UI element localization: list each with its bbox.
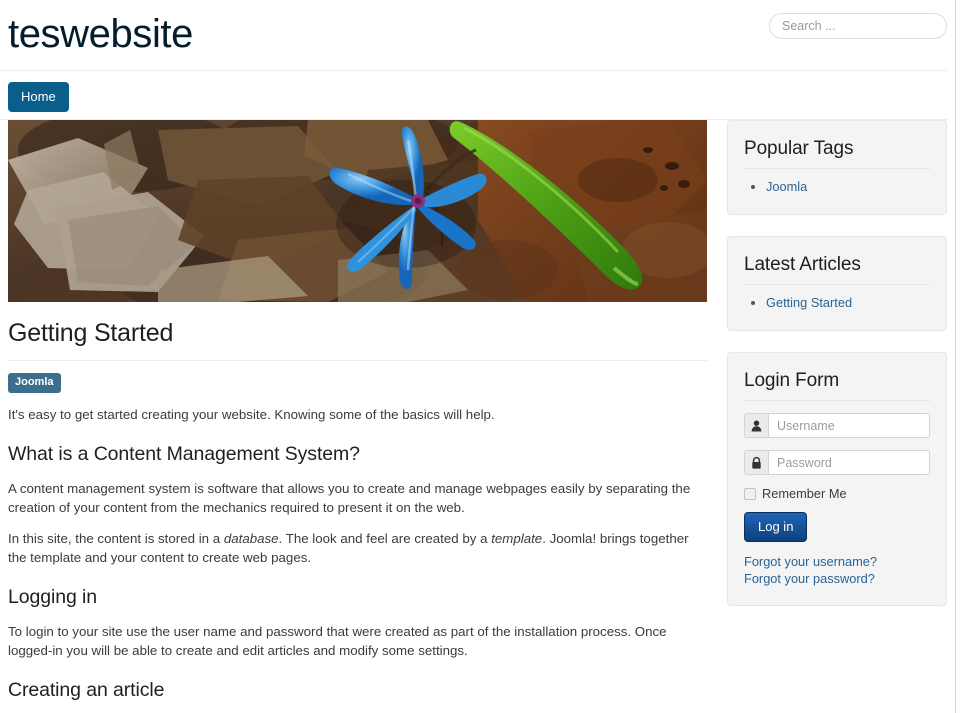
module-popular-tags: Popular Tags Joomla: [727, 120, 947, 215]
page-root: teswebsite Home: [0, 0, 971, 713]
article-title: Getting Started: [8, 319, 174, 347]
site-title: teswebsite: [8, 12, 193, 56]
search-box: [769, 13, 947, 39]
tag-badge-joomla[interactable]: Joomla: [8, 373, 61, 393]
forgot-password-link[interactable]: Forgot your password?: [744, 570, 930, 587]
nav-item-home[interactable]: Home: [8, 82, 69, 112]
section-paragraph-logging-in: To login to your site use the user name …: [8, 624, 667, 658]
latest-articles-title: Latest Articles: [744, 251, 930, 285]
section-heading-cms: What is a Content Management System?: [8, 443, 360, 465]
article-title-divider: [8, 360, 707, 361]
section-paragraph-cms-2: In this site, the content is stored in a…: [8, 529, 707, 567]
user-icon: [744, 413, 768, 438]
login-button[interactable]: Log in: [744, 512, 808, 542]
popular-tags-title: Popular Tags: [744, 135, 930, 169]
section-heading-logging-in: Logging in: [8, 586, 97, 608]
scrollbar-thumb[interactable]: [958, 0, 969, 270]
main-navigation: Home: [0, 70, 947, 120]
search-input[interactable]: [769, 13, 947, 39]
window-scrollbar[interactable]: [955, 0, 971, 713]
article-intro: It's easy to get started creating your w…: [8, 407, 495, 422]
password-input[interactable]: [768, 450, 930, 475]
hero-image: [8, 120, 707, 302]
latest-articles-list: Getting Started: [744, 293, 930, 312]
main-column: Getting Started Joomla It's easy to get …: [8, 120, 707, 713]
paragraph-part-b: . The look and feel are created by a: [278, 531, 492, 546]
section-paragraph-cms-1: A content management system is software …: [8, 481, 691, 515]
forgot-username-link[interactable]: Forgot your username?: [744, 553, 930, 570]
username-input[interactable]: [768, 413, 930, 438]
password-input-group: [744, 450, 930, 475]
sidebar: Popular Tags Joomla Latest Articles Gett…: [727, 120, 947, 627]
paragraph-part-a: In this site, the content is stored in a: [8, 531, 224, 546]
username-input-group: [744, 413, 930, 438]
list-item: Getting Started: [766, 293, 930, 312]
latest-article-link-getting-started[interactable]: Getting Started: [766, 295, 852, 310]
remember-me-label: Remember Me: [762, 486, 847, 501]
login-form-title: Login Form: [744, 367, 930, 401]
module-login-form: Login Form Username Remember Me Log in F…: [727, 352, 947, 606]
section-heading-creating-article: Creating an article: [8, 679, 165, 701]
list-item: Joomla: [766, 177, 930, 196]
lock-icon: [744, 450, 768, 475]
paragraph-em-template: template: [491, 531, 543, 546]
popular-tags-list: Joomla: [744, 177, 930, 196]
article-tag-list: Joomla: [8, 372, 707, 393]
login-help-links: Forgot your username? Forgot your passwo…: [744, 553, 930, 587]
remember-me-checkbox[interactable]: [744, 487, 756, 500]
paragraph-em-database: database: [223, 531, 279, 546]
popular-tag-link-joomla[interactable]: Joomla: [766, 179, 807, 194]
module-latest-articles: Latest Articles Getting Started: [727, 236, 947, 331]
remember-me-row: Remember Me: [744, 486, 930, 501]
site-header: teswebsite: [0, 0, 971, 70]
